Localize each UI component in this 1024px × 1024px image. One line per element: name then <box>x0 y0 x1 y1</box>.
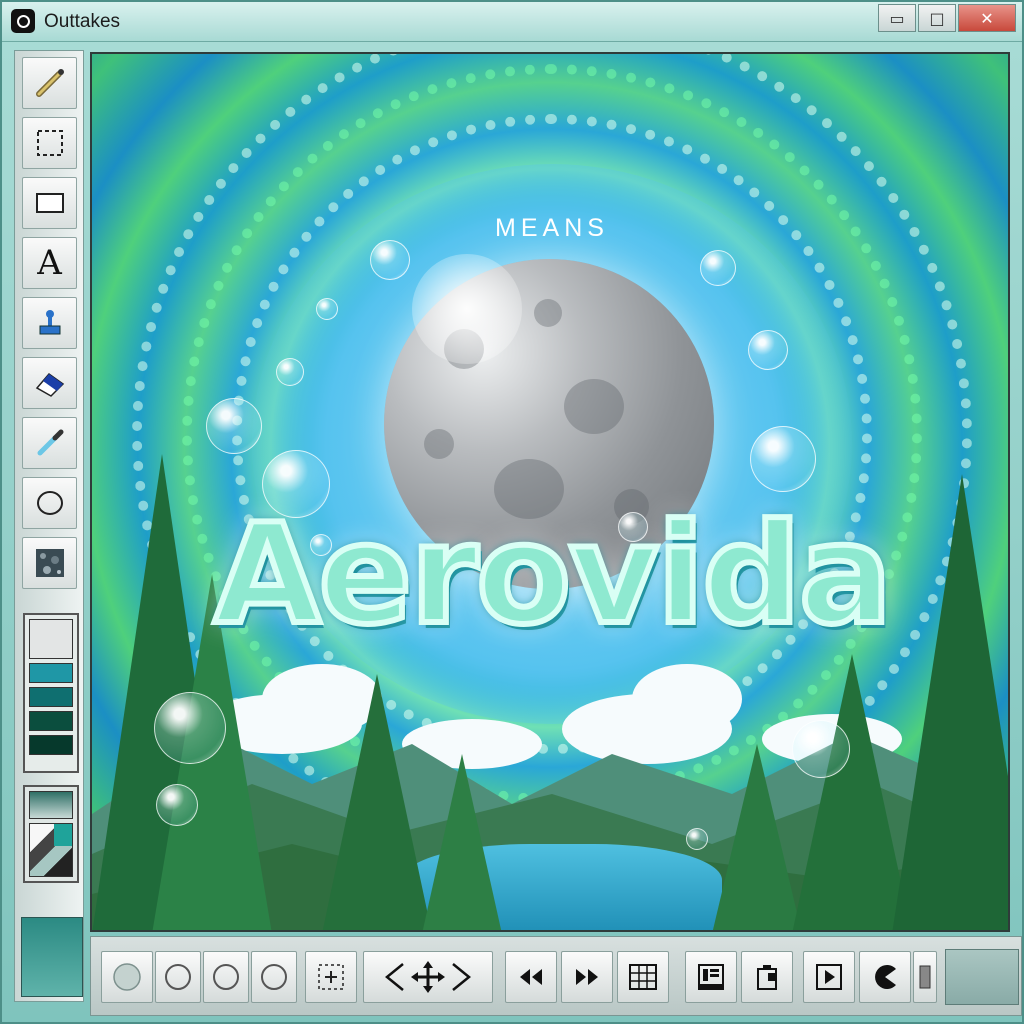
clipboard-button[interactable] <box>741 951 793 1003</box>
tree <box>712 744 802 930</box>
minimize-icon: ▭ <box>889 8 905 28</box>
fast-forward-button[interactable] <box>561 951 613 1003</box>
close-button[interactable]: ✕ <box>958 4 1016 32</box>
selection-move-button[interactable] <box>305 951 357 1003</box>
selection-move-icon <box>318 964 344 990</box>
bubble <box>316 298 338 320</box>
swatch-green[interactable] <box>29 711 73 731</box>
color-palette <box>23 613 79 773</box>
tool-texture[interactable] <box>22 537 77 589</box>
status-panel <box>945 949 1019 1005</box>
play-icon <box>816 964 842 990</box>
bubble <box>750 426 816 492</box>
swatch-teal[interactable] <box>29 663 73 683</box>
brush-size-2-button[interactable] <box>203 951 249 1003</box>
rectangle-icon <box>35 193 64 213</box>
pacman-icon <box>875 965 896 989</box>
eyedropper-icon <box>37 429 63 456</box>
play-button[interactable] <box>803 951 855 1003</box>
slider-icon <box>919 965 931 989</box>
circle-outline-icon <box>261 964 287 990</box>
maximize-icon: □ <box>929 8 945 28</box>
bubble <box>276 358 304 386</box>
tool-stamp[interactable] <box>22 297 77 349</box>
tool-text[interactable]: A <box>22 237 77 289</box>
tree <box>322 674 432 930</box>
swatch-dark-green[interactable] <box>29 735 73 755</box>
tool-pencil[interactable] <box>22 57 77 109</box>
bubble <box>700 250 736 286</box>
tool-eyedropper[interactable] <box>22 417 77 469</box>
image-canvas[interactable]: MEANS Aerovida <box>90 52 1010 932</box>
bubble <box>156 784 198 826</box>
pattern-swatch[interactable] <box>29 823 73 877</box>
grid-icon <box>629 964 657 990</box>
mask-button[interactable] <box>859 951 911 1003</box>
circle-outline-icon <box>165 964 191 990</box>
texture-icon <box>35 549 64 577</box>
gradient-swatch[interactable] <box>29 791 73 819</box>
bottom-toolbar <box>90 936 1022 1016</box>
brush-size-1-button[interactable] <box>155 951 201 1003</box>
bubble <box>262 450 330 518</box>
transform-button[interactable] <box>363 951 493 1003</box>
tool-marquee[interactable] <box>22 117 77 169</box>
clipboard-icon <box>757 965 777 990</box>
current-color[interactable] <box>21 917 83 997</box>
window-title: Outtakes <box>44 11 121 32</box>
marquee-select-icon <box>36 130 63 156</box>
toolbox: A <box>14 50 84 1002</box>
title-bar[interactable]: Outtakes ▭ □ ✕ <box>2 2 1022 42</box>
brush-solid-button[interactable] <box>101 951 153 1003</box>
tool-ellipse[interactable] <box>22 477 77 529</box>
bubble <box>206 398 262 454</box>
rewind-icon <box>520 969 542 985</box>
bubble <box>792 720 850 778</box>
rewind-button[interactable] <box>505 951 557 1003</box>
grid-button[interactable] <box>617 951 669 1003</box>
bubble <box>618 512 648 542</box>
tool-rectangle[interactable] <box>22 177 77 229</box>
subtitle-text: MEANS <box>495 214 609 242</box>
ellipse-icon <box>36 491 63 515</box>
fast-forward-icon <box>576 969 598 985</box>
bubble <box>748 330 788 370</box>
app-icon[interactable] <box>11 9 35 33</box>
tool-eraser[interactable] <box>22 357 77 409</box>
bubble <box>686 828 708 850</box>
layout-button[interactable] <box>685 951 737 1003</box>
stamp-icon <box>39 310 60 335</box>
eraser-icon <box>35 372 64 397</box>
swatch-dark-teal[interactable] <box>29 687 73 707</box>
maximize-button[interactable]: □ <box>918 4 956 32</box>
close-icon: ✕ <box>980 8 994 28</box>
text-tool-icon: A <box>37 243 62 283</box>
circle-solid-icon <box>113 963 141 991</box>
layout-icon <box>698 964 724 990</box>
swatch-light-gray[interactable] <box>29 619 73 659</box>
bubble <box>310 534 332 556</box>
gradient-selector <box>23 785 79 883</box>
brush-size-3-button[interactable] <box>251 951 297 1003</box>
sun-glow <box>412 254 522 364</box>
transform-arrows-icon <box>385 961 471 993</box>
minimize-button[interactable]: ▭ <box>878 4 916 32</box>
opacity-slider[interactable] <box>913 951 937 1003</box>
app-window: Outtakes ▭ □ ✕ A MEANS Aerovida <box>0 0 1024 1024</box>
tree <box>422 754 502 930</box>
bubble <box>370 240 410 280</box>
window-controls: ▭ □ ✕ <box>878 4 1016 32</box>
pencil-icon <box>35 69 64 97</box>
bubble <box>154 692 226 764</box>
headline-text: Aerovida <box>211 491 895 658</box>
circle-outline-icon <box>213 964 239 990</box>
